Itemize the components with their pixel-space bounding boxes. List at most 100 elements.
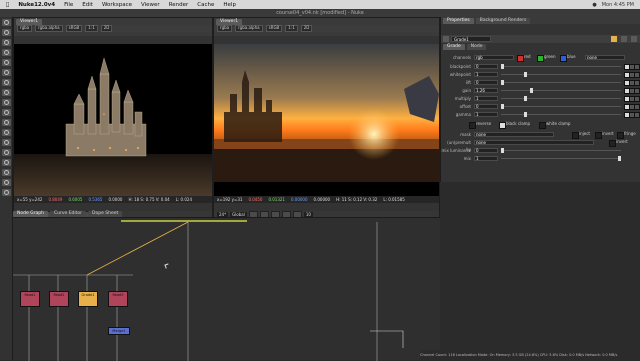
inject-checkbox[interactable] xyxy=(572,132,579,139)
ofx-tools-icon[interactable] xyxy=(2,189,11,196)
red-toggle[interactable] xyxy=(517,55,524,62)
whitepoint-animation-menu-icon[interactable] xyxy=(634,72,640,78)
viewer2-scope-select[interactable]: Global xyxy=(230,211,247,217)
time-tools-icon[interactable] xyxy=(2,39,11,46)
tab-node[interactable]: Node xyxy=(466,44,487,50)
gamma-animation-menu-icon[interactable] xyxy=(634,112,640,118)
color-tools-icon[interactable] xyxy=(2,59,11,66)
whitepoint-slider[interactable] xyxy=(501,72,621,77)
particles-tools-icon[interactable] xyxy=(2,139,11,146)
reverse-checkbox[interactable] xyxy=(469,122,476,129)
toolsets-icon[interactable] xyxy=(2,159,11,166)
menu-file[interactable]: File xyxy=(64,2,73,8)
node-name-field[interactable]: Grade1 xyxy=(451,36,491,42)
whitepoint-field[interactable]: 1 xyxy=(474,72,498,77)
offset-slider[interactable] xyxy=(501,104,621,109)
menu-help[interactable]: Help xyxy=(223,2,236,8)
keyer-tools-icon[interactable] xyxy=(2,79,11,86)
viewer2-canvas[interactable] xyxy=(214,44,439,196)
viewer2-fps-field[interactable]: 24* xyxy=(217,211,229,217)
channels-extra-select[interactable]: none xyxy=(585,55,625,60)
blackpoint-slider[interactable] xyxy=(501,64,621,69)
multiply-slider-knob[interactable] xyxy=(524,96,527,101)
viewer2-channel-select[interactable]: rgba.alpha xyxy=(235,25,263,32)
apple-icon[interactable]:  xyxy=(6,2,9,8)
tab-curve-editor[interactable]: Curve Editor xyxy=(49,211,87,217)
blue-toggle[interactable] xyxy=(560,55,567,62)
menu-cache[interactable]: Cache xyxy=(197,2,214,8)
tab-node-graph[interactable]: Node Graph xyxy=(13,211,48,217)
fringe-checkbox[interactable] xyxy=(617,132,624,139)
gain-field[interactable]: 1.26 xyxy=(474,88,498,93)
white-clamp-checkbox[interactable] xyxy=(539,122,546,129)
menu-app-name[interactable]: Nuke12.0v4 xyxy=(18,2,55,8)
close-icon[interactable] xyxy=(631,36,637,42)
transform-tools-icon[interactable] xyxy=(2,99,11,106)
lift-field[interactable]: 0 xyxy=(474,80,498,85)
viewer1-canvas[interactable] xyxy=(14,44,212,196)
viewer2-mode-select[interactable]: 2D xyxy=(300,25,313,32)
viewer2-layer-select[interactable]: rgba xyxy=(217,25,233,32)
multiply-animation-menu-icon[interactable] xyxy=(634,96,640,102)
float-panel-icon[interactable] xyxy=(621,36,627,42)
blackpoint-slider-knob[interactable] xyxy=(501,64,504,69)
other-tools-icon[interactable] xyxy=(2,169,11,176)
menu-render[interactable]: Render xyxy=(169,2,189,8)
collapse-icon[interactable] xyxy=(443,36,449,42)
gain-slider-knob[interactable] xyxy=(530,88,533,93)
menu-workspace[interactable]: Workspace xyxy=(102,2,132,8)
viewer2-lut-select[interactable]: sRGB xyxy=(265,25,283,32)
blackpoint-field[interactable]: 0 xyxy=(474,64,498,69)
gain-animation-menu-icon[interactable] xyxy=(634,88,640,94)
draw-tools-icon[interactable] xyxy=(2,29,11,36)
mix-field[interactable]: 1 xyxy=(474,156,498,161)
gamma-field[interactable]: 1 xyxy=(474,112,498,117)
channel-tools-icon[interactable] xyxy=(2,49,11,56)
menu-viewer[interactable]: Viewer xyxy=(141,2,160,8)
whitepoint-slider-knob[interactable] xyxy=(524,72,527,77)
metadata-tools-icon[interactable] xyxy=(2,129,11,136)
merge-tools-icon[interactable] xyxy=(2,89,11,96)
node-read3[interactable]: Read3 xyxy=(108,291,128,307)
viewer1-channel-select[interactable]: rgba.alpha xyxy=(35,25,63,32)
gamma-slider[interactable] xyxy=(501,112,621,117)
wifi-icon[interactable]: ● xyxy=(592,2,596,8)
offset-slider-knob[interactable] xyxy=(501,104,504,109)
lift-animation-menu-icon[interactable] xyxy=(634,80,640,86)
deep-tools-icon[interactable] xyxy=(2,149,11,156)
node-read2[interactable]: Read2 xyxy=(49,291,69,307)
offset-animation-menu-icon[interactable] xyxy=(634,104,640,110)
invert-checkbox[interactable] xyxy=(595,132,602,139)
viewer2-zoom-select[interactable]: 1:1 xyxy=(285,25,298,32)
viewer1-layer-select[interactable]: rgba xyxy=(17,25,33,32)
mix-luminance-slider[interactable] xyxy=(501,148,621,153)
node-graph-panel[interactable]: Node Graph Curve Editor Dope Sheet Read1… xyxy=(13,211,440,361)
lift-slider[interactable] xyxy=(501,80,621,85)
viewer1-mode-select[interactable]: 2D xyxy=(100,25,113,32)
tab-background-renders[interactable]: Background Renders xyxy=(475,18,531,24)
viewer2-end-frame-field[interactable]: 10 xyxy=(303,211,313,217)
gamma-slider-knob[interactable] xyxy=(524,112,527,117)
mask-select[interactable]: none xyxy=(474,132,554,137)
tab-properties[interactable]: Properties xyxy=(443,18,474,24)
blackpoint-animation-menu-icon[interactable] xyxy=(634,64,640,70)
multiply-slider[interactable] xyxy=(501,96,621,101)
3d-tools-icon[interactable] xyxy=(2,109,11,116)
invert2-checkbox[interactable] xyxy=(609,140,616,147)
black-clamp-checkbox[interactable] xyxy=(499,122,506,129)
offset-field[interactable]: 0 xyxy=(474,104,498,109)
mix-luminance-field[interactable]: 0 xyxy=(474,148,498,153)
unpremult-select[interactable]: none xyxy=(474,140,594,145)
viewer1-lut-select[interactable]: sRGB xyxy=(65,25,83,32)
gain-slider[interactable] xyxy=(501,88,621,93)
tab-dope-sheet[interactable]: Dope Sheet xyxy=(88,211,123,217)
channels-select[interactable]: rgb xyxy=(474,55,514,60)
node-grade1[interactable]: Grade1 xyxy=(78,291,98,307)
tab-grade[interactable]: Grade xyxy=(443,44,465,50)
node-merge1[interactable]: Merge1 xyxy=(108,327,130,335)
menu-edit[interactable]: Edit xyxy=(82,2,93,8)
node-color-icon[interactable] xyxy=(611,36,617,42)
viewer1-zoom-select[interactable]: 1:1 xyxy=(85,25,98,32)
mix-slider[interactable] xyxy=(501,156,621,161)
filter-tools-icon[interactable] xyxy=(2,69,11,76)
